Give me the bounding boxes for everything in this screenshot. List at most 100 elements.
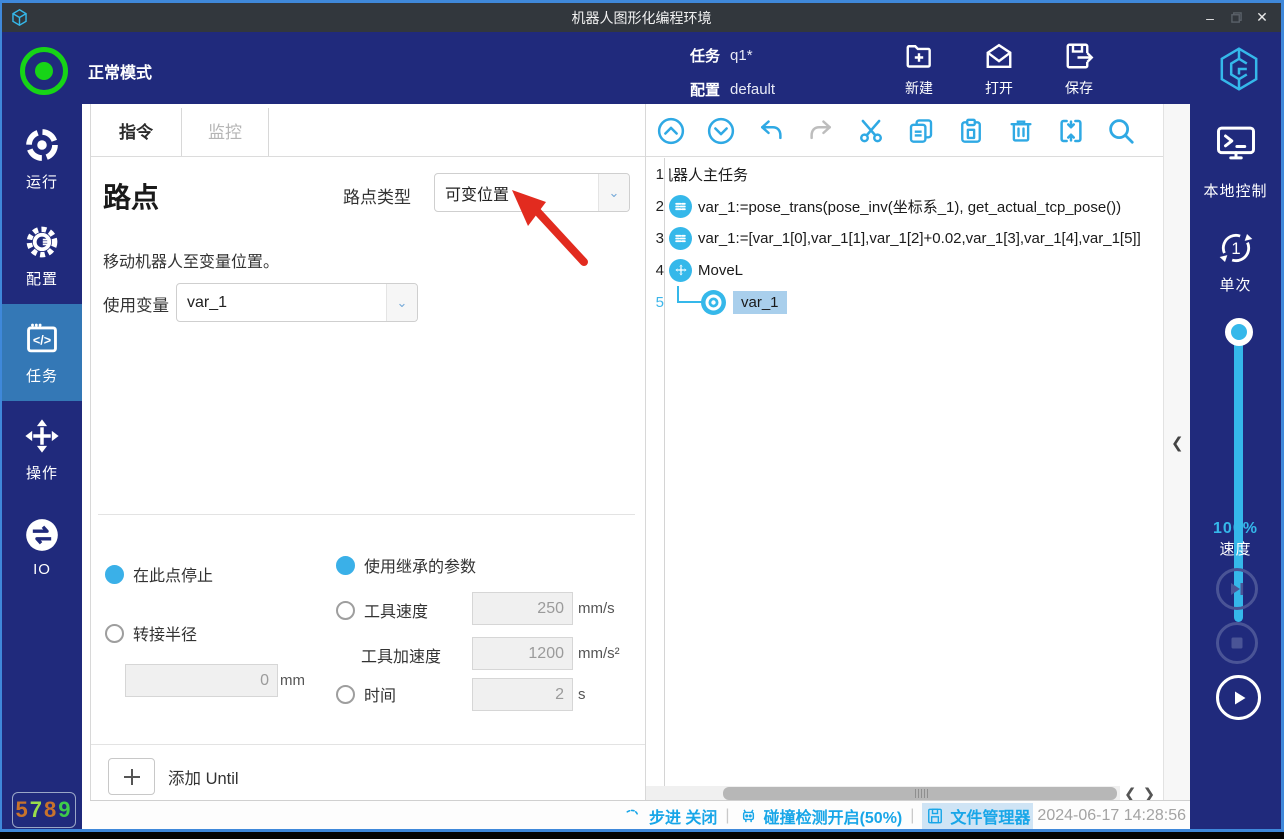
- waypoint-description: 移动机器人至变量位置。: [103, 248, 279, 272]
- blend-radius-unit: mm: [280, 672, 305, 689]
- add-until-button[interactable]: [108, 758, 155, 795]
- close-button[interactable]: ✕: [1249, 3, 1275, 32]
- program-line[interactable]: 3 var_1:=[var_1[0],var_1[1],var_1[2]+0.0…: [648, 222, 1141, 254]
- tab-instruction-label: 指令: [119, 118, 153, 143]
- radio-off-icon: [105, 624, 124, 643]
- waypoint-type-select[interactable]: 可变位置 ⌄: [434, 173, 630, 212]
- step-forward-button[interactable]: [1216, 568, 1258, 610]
- collision-status[interactable]: 碰撞检测开启(50%): [738, 804, 903, 828]
- delete-button[interactable]: [998, 108, 1044, 154]
- line-number: 5: [648, 294, 664, 311]
- new-button-label: 新建: [905, 78, 933, 98]
- sidebar-item-config[interactable]: 配置: [2, 207, 82, 304]
- gear-icon: [23, 223, 61, 261]
- config-label: 配置: [690, 79, 720, 100]
- hscroll-thumb[interactable]: [723, 787, 1117, 800]
- step-mode-icon: [624, 806, 644, 826]
- program-line[interactable]: 4 MoveL: [648, 254, 743, 286]
- radio-on-icon: [336, 556, 355, 575]
- speed-slider-handle[interactable]: [1225, 318, 1253, 346]
- task-label: 任务: [690, 45, 720, 66]
- disk-icon: [925, 806, 945, 826]
- badge-digit: 7: [30, 797, 44, 823]
- blend-radius-label: 转接半径: [133, 621, 197, 645]
- sidebar-item-label: 配置: [26, 268, 58, 289]
- line-number: 2: [648, 198, 664, 215]
- tool-accel-label: 工具加速度: [361, 643, 441, 667]
- paste-button[interactable]: [948, 108, 994, 154]
- cut-button[interactable]: [848, 108, 894, 154]
- play-button[interactable]: [1216, 675, 1261, 720]
- stop-button[interactable]: [1216, 622, 1258, 664]
- blend-radius-input[interactable]: 0: [125, 664, 278, 697]
- mode-label: 正常模式: [88, 59, 152, 83]
- tab-monitor[interactable]: 监控: [182, 104, 268, 156]
- svg-text:1: 1: [1231, 239, 1240, 258]
- tool-speed-label: 工具速度: [364, 598, 428, 622]
- new-task-button[interactable]: 新建: [887, 38, 951, 98]
- redo-button[interactable]: [798, 108, 844, 154]
- search-button[interactable]: [1098, 108, 1144, 154]
- time-option[interactable]: 时间: [336, 682, 396, 706]
- assignment-icon: [669, 195, 692, 218]
- svg-text:</>: </>: [33, 333, 51, 347]
- toolbar-bottom-border: [646, 156, 1163, 157]
- save-task-button[interactable]: 保存: [1047, 38, 1111, 98]
- header: 正常模式 任务 q1* 配置 default 新建: [2, 32, 1281, 104]
- step-mode-status[interactable]: 步进 关闭: [624, 804, 717, 828]
- task-value: q1*: [730, 47, 753, 64]
- tool-speed-input[interactable]: 250: [472, 592, 573, 625]
- local-control-button[interactable]: [1214, 122, 1258, 164]
- status-separator: |: [910, 807, 914, 825]
- sidebar-item-run[interactable]: 运行: [2, 110, 82, 207]
- collision-text: 碰撞检测开启(50%): [764, 804, 903, 828]
- copy-button[interactable]: [898, 108, 944, 154]
- tool-accel-input[interactable]: 1200: [472, 637, 573, 670]
- blend-radius-option[interactable]: 转接半径: [105, 621, 197, 645]
- tool-speed-unit: mm/s: [578, 600, 615, 617]
- app-window: 机器人图形化编程环境 – ✕ 正常模式 任务 q1* 配置 d: [0, 0, 1284, 839]
- program-line-selected[interactable]: 5 var_1: [648, 286, 787, 318]
- line-number: 4: [648, 262, 664, 279]
- move-down-button[interactable]: [698, 108, 744, 154]
- open-task-button[interactable]: 打开: [967, 38, 1031, 98]
- fold-button[interactable]: [1048, 108, 1094, 154]
- save-button-label: 保存: [1065, 78, 1093, 98]
- stop-here-label: 在此点停止: [133, 562, 213, 586]
- status-bar: 步进 关闭 | 碰撞检测开启(50%) | 文件管理器 2024-06-17 1…: [90, 800, 1190, 830]
- tab-instruction[interactable]: 指令: [91, 104, 181, 156]
- use-variable-label: 使用变量: [103, 292, 169, 316]
- inherit-params-label: 使用继承的参数: [364, 553, 476, 577]
- move-up-button[interactable]: [648, 108, 694, 154]
- single-run-button[interactable]: 1: [1216, 228, 1256, 268]
- program-line[interactable]: 1 机器人主任务: [648, 158, 748, 190]
- undo-button[interactable]: [748, 108, 794, 154]
- io-transfer-icon: [23, 516, 61, 554]
- sidebar-item-label: 任务: [26, 365, 58, 386]
- sidebar-item-io[interactable]: IO: [2, 498, 82, 595]
- program-line[interactable]: 2 var_1:=pose_trans(pose_inv(坐标系_1), get…: [648, 190, 1121, 222]
- sidebar-item-task[interactable]: </> 任务: [2, 304, 82, 401]
- minimize-button[interactable]: –: [1197, 3, 1223, 32]
- line-text: var_1: [733, 291, 787, 314]
- time-input[interactable]: 2: [472, 678, 573, 711]
- add-until-label: 添加 Until: [168, 765, 239, 789]
- assignment-icon: [669, 227, 692, 250]
- chevron-down-icon: ⌄: [598, 174, 629, 211]
- use-variable-select[interactable]: var_1 ⌄: [176, 283, 418, 322]
- tool-speed-option[interactable]: 工具速度: [336, 598, 428, 622]
- save-icon: [1061, 38, 1097, 74]
- title-bar: 机器人图形化编程环境 – ✕: [2, 3, 1281, 32]
- file-manager-button[interactable]: 文件管理器: [922, 803, 1033, 829]
- inherit-params-option[interactable]: 使用继承的参数: [336, 553, 476, 577]
- stop-here-option[interactable]: 在此点停止: [105, 562, 213, 586]
- time-value: 2: [555, 686, 564, 704]
- waypoint-icon: [700, 289, 727, 316]
- use-variable-value: var_1: [177, 294, 386, 312]
- collapse-panel-button[interactable]: ❮: [1171, 434, 1184, 452]
- time-unit: s: [578, 686, 586, 703]
- open-icon: [981, 38, 1017, 74]
- collision-robot-icon: [738, 805, 759, 826]
- sidebar-item-operate[interactable]: 操作: [2, 401, 82, 498]
- maximize-button[interactable]: [1223, 3, 1249, 32]
